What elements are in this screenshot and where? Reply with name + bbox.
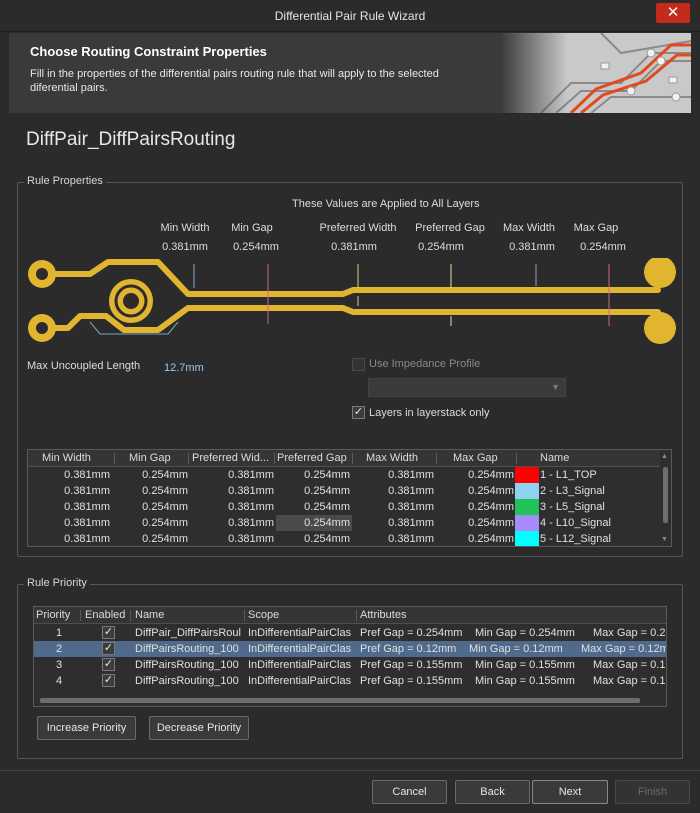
layer-color-swatch [515,499,539,515]
max-gap-value: 0.254mm [580,241,626,253]
next-button[interactable]: Next [532,780,608,804]
min-gap-label: Min Gap [231,222,273,234]
header-description: Fill in the properties of the differenti… [30,68,439,94]
layers-in-layerstack-only-label: Layers in layerstack only [369,407,490,419]
title-bar: Differential Pair Rule Wizard ✕ [0,0,700,32]
rule-enabled-checkbox[interactable]: ✓ [102,674,115,687]
table-row[interactable]: 0.381mm 0.254mm 0.381mm 0.254mm 0.381mm … [28,467,671,483]
rule-enabled-checkbox[interactable]: ✓ [102,658,115,671]
rule-name-title: DiffPair_DiffPairsRouting [26,129,236,150]
cancel-button[interactable]: Cancel [372,780,447,804]
layer-color-swatch [515,483,539,499]
layer-name: 2 - L3_Signal [540,485,605,497]
col-preferred-width[interactable]: Preferred Wid... [192,452,269,464]
col-attributes[interactable]: Attributes [360,609,406,621]
table-row[interactable]: 4 ✓ DiffPairsRouting_100 InDifferentialP… [34,673,666,689]
scroll-down-icon[interactable]: ▼ [661,536,668,543]
preferred-gap-value: 0.254mm [418,241,464,253]
impedance-profile-dropdown[interactable]: ▼ [368,378,566,397]
col-enabled[interactable]: Enabled [85,609,125,621]
preferred-width-value: 0.381mm [331,241,377,253]
rule-priority-table: Priority Enabled Name Scope Attributes 1… [33,606,667,707]
table-row[interactable]: 0.381mm 0.254mm 0.381mm 0.254mm 0.381mm … [28,531,671,546]
max-uncoupled-length-label: Max Uncoupled Length [27,360,141,372]
preferred-width-label: Preferred Width [319,222,397,234]
use-impedance-profile-label: Use Impedance Profile [369,358,481,370]
layer-name: 4 - L10_Signal [540,517,611,529]
rule-properties-label: Rule Properties [24,175,106,187]
applied-to-all-layers-note: These Values are Applied to All Layers [292,198,480,210]
layer-color-swatch [515,531,539,546]
layer-table-header: Min Width Min Gap Preferred Wid... Prefe… [28,450,671,467]
min-width-value: 0.381mm [162,241,208,253]
window-title: Differential Pair Rule Wizard [274,9,426,23]
rule-enabled-checkbox[interactable]: ✓ [102,626,115,639]
layer-color-swatch [515,467,539,483]
increase-priority-button[interactable]: Increase Priority [37,716,136,740]
col-min-gap[interactable]: Min Gap [129,452,171,464]
table-row[interactable]: 0.381mm 0.254mm 0.381mm 0.254mm 0.381mm … [28,499,671,515]
table-row-selected[interactable]: 2 ✓ DiffPairsRouting_100 InDifferentialP… [34,641,666,657]
table-row[interactable]: 1 ✓ DiffPair_DiffPairsRoul InDifferentia… [34,625,666,641]
footer-divider [0,770,700,771]
max-width-label: Max Width [503,222,555,234]
table-row[interactable]: 0.381mm 0.254mm 0.381mm 0.254mm 0.381mm … [28,483,671,499]
priority-table-header: Priority Enabled Name Scope Attributes [34,607,666,624]
finish-button[interactable]: Finish [615,780,690,804]
col-min-width[interactable]: Min Width [42,452,91,464]
rule-priority-label: Rule Priority [24,577,90,589]
layer-name: 5 - L12_Signal [540,533,611,545]
preferred-gap-label: Preferred Gap [415,222,485,234]
col-rule-name[interactable]: Name [135,609,164,621]
pcb-banner-image [501,33,691,113]
max-uncoupled-length-value[interactable]: 12.7mm [164,362,204,374]
scroll-thumb[interactable] [40,698,640,703]
priority-table-scrollbar[interactable] [34,695,666,706]
header-title: Choose Routing Constraint Properties [30,44,267,59]
table-row[interactable]: 0.381mm 0.254mm 0.381mm 0.254mm 0.381mm … [28,515,671,531]
col-max-gap[interactable]: Max Gap [453,452,498,464]
max-width-value: 0.381mm [509,241,555,253]
layer-constraints-table: Min Width Min Gap Preferred Wid... Prefe… [27,449,672,547]
col-preferred-gap[interactable]: Preferred Gap [277,452,347,464]
layer-color-swatch [515,515,539,531]
rule-enabled-checkbox[interactable]: ✓ [102,642,115,655]
layer-name: 1 - L1_TOP [540,469,597,481]
table-row[interactable]: 3 ✓ DiffPairsRouting_100 InDifferentialP… [34,657,666,673]
close-button[interactable]: ✕ [656,3,690,23]
differential-pair-diagram [28,258,676,344]
decrease-priority-button[interactable]: Decrease Priority [149,716,249,740]
scroll-up-icon[interactable]: ▲ [661,453,668,460]
col-max-width[interactable]: Max Width [366,452,418,464]
scroll-thumb[interactable] [663,467,668,523]
chevron-down-icon: ▼ [551,382,560,392]
col-priority[interactable]: Priority [36,609,70,621]
min-gap-value: 0.254mm [233,241,279,253]
layer-name: 3 - L5_Signal [540,501,605,513]
max-gap-label: Max Gap [573,222,619,234]
use-impedance-profile-checkbox[interactable] [352,358,365,371]
col-scope[interactable]: Scope [248,609,279,621]
wizard-header: Choose Routing Constraint Properties Fil… [9,33,691,113]
layers-in-layerstack-only-checkbox[interactable]: ✓ [352,406,365,419]
min-width-label: Min Width [160,222,210,234]
col-name[interactable]: Name [540,452,569,464]
back-button[interactable]: Back [455,780,530,804]
layer-table-scrollbar[interactable]: ▲ ▼ [660,450,671,546]
